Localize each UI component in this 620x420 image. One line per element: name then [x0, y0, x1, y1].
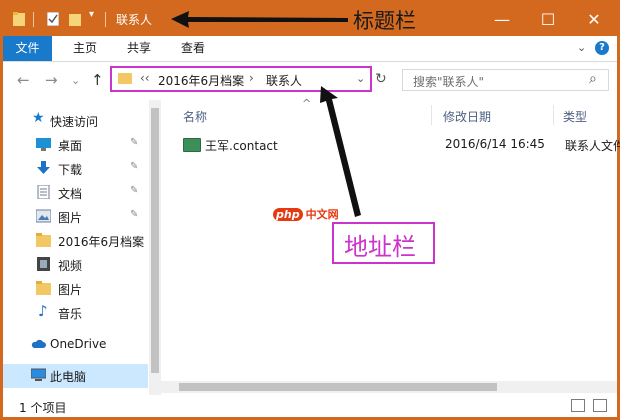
title-arrow: [171, 11, 348, 28]
explorer-window: ▾ 联系人 标题栏 — ☐ ✕ 文件 主页 共享 查看 ⌄ ? ← → ⌄ ↑ …: [3, 3, 620, 417]
annotation-arrows: [171, 11, 361, 217]
address-arrow: [320, 86, 361, 217]
